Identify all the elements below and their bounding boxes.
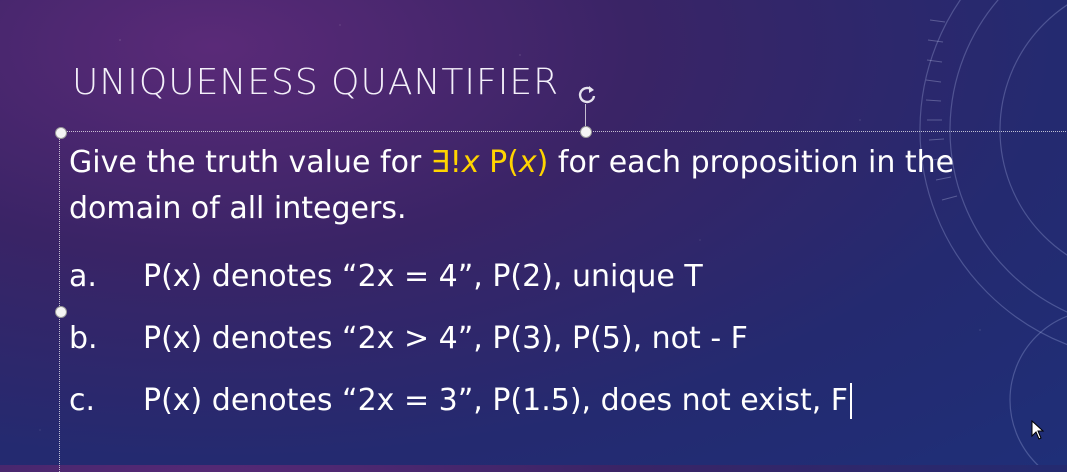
list-marker: c. [69, 383, 96, 418]
list-item-text: P(x) denotes “2x > 4”, P(3), P(5), not -… [143, 321, 748, 356]
list-marker: b. [69, 321, 98, 356]
slide-body[interactable]: Give the truth value for ∃!x P(x) for ea… [69, 140, 1067, 432]
intro-paragraph: Give the truth value for ∃!x P(x) for ea… [69, 140, 1067, 232]
list-item: c. P(x) denotes “2x = 3”, P(1.5), does n… [69, 370, 1067, 432]
rotate-handle-icon[interactable] [576, 84, 598, 106]
quantified-variable: x [461, 145, 480, 180]
text-cursor [850, 383, 853, 419]
quantifier-symbol: ∃! [430, 145, 462, 180]
predicate-name: P( [479, 145, 519, 180]
list-item-text: P(x) denotes “2x = 4”, P(2), unique T [143, 259, 703, 294]
predicate-variable: x [518, 145, 537, 180]
list-item-text: P(x) denotes “2x = 3”, P(1.5), does not … [143, 383, 849, 418]
list-item: b. P(x) denotes “2x > 4”, P(3), P(5), no… [69, 308, 1067, 370]
selection-handle-top-middle[interactable] [580, 126, 592, 138]
list-item: a. P(x) denotes “2x = 4”, P(2), unique T [69, 246, 1067, 308]
predicate-close: ) [536, 145, 549, 180]
intro-text-before: Give the truth value for [69, 145, 431, 180]
slide-title[interactable]: UNIQUENESS QUANTIFIER [72, 62, 559, 103]
selection-handle-middle-left[interactable] [55, 306, 67, 318]
selection-handle-top-left[interactable] [55, 127, 67, 139]
proposition-list: a. P(x) denotes “2x = 4”, P(2), unique T… [69, 246, 1067, 432]
list-marker: a. [69, 259, 97, 294]
mouse-pointer-icon [1031, 420, 1045, 440]
